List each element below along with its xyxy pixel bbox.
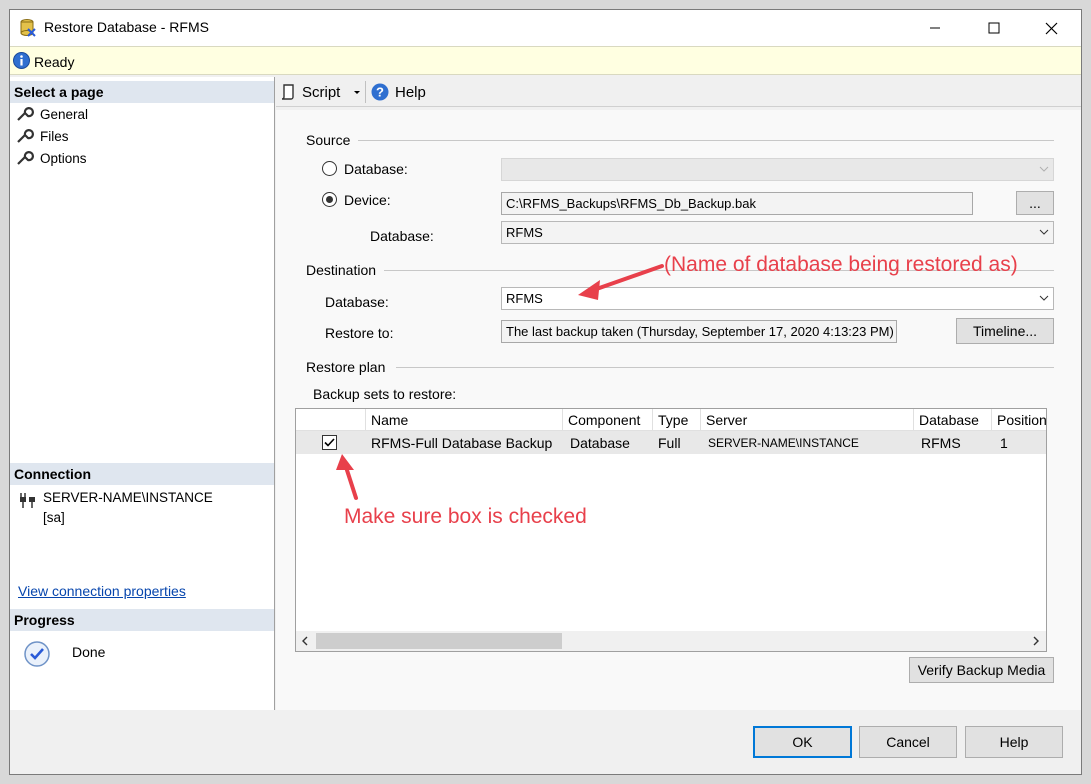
page-files[interactable]: Files: [16, 126, 69, 146]
restore-to-label: Restore to:: [325, 325, 394, 341]
restore-plan-divider: [396, 367, 1054, 368]
help-label: Help: [395, 83, 426, 101]
source-database-value: RFMS: [506, 225, 543, 240]
wrench-icon: [17, 151, 34, 165]
minimize-icon: [929, 27, 940, 29]
verify-backup-media-button[interactable]: Verify Backup Media: [909, 657, 1054, 683]
destination-database-value: RFMS: [506, 291, 543, 306]
database-restore-icon: [19, 18, 37, 41]
cancel-button[interactable]: Cancel: [859, 726, 957, 758]
checkmark-circle-icon: [24, 641, 50, 670]
scrollbar-thumb[interactable]: [316, 633, 562, 649]
browse-device-button[interactable]: ...: [1016, 191, 1054, 215]
source-device-radio-label: Device:: [344, 192, 391, 208]
restore-plan-group-label: Restore plan: [306, 359, 386, 375]
info-icon: [13, 52, 30, 72]
destination-group-label: Destination: [306, 262, 377, 278]
status-bar: Ready: [10, 46, 1081, 75]
column-header-type[interactable]: Type: [653, 409, 701, 431]
column-header-component[interactable]: Component: [563, 409, 653, 431]
source-device-radio[interactable]: [322, 192, 337, 207]
minimize-button[interactable]: [905, 10, 964, 46]
source-database-dropdown[interactable]: RFMS: [501, 221, 1054, 244]
scroll-left-icon[interactable]: [301, 636, 309, 646]
toolbar: Script ? Help: [276, 77, 1081, 107]
horizontal-scrollbar[interactable]: [296, 631, 1046, 651]
script-label: Script: [302, 83, 341, 101]
destination-arrow-icon: [578, 264, 664, 300]
chevron-down-icon: [1039, 229, 1049, 235]
timeline-button[interactable]: Timeline...: [956, 318, 1054, 344]
row-position: 1: [1000, 435, 1008, 451]
page-general-label: General: [40, 106, 89, 122]
connection-header: Connection: [10, 463, 274, 485]
source-group-label: Source: [306, 132, 351, 148]
window-title: Restore Database - RFMS: [44, 19, 209, 35]
backup-sets-grid: Name Component Type Server Database Posi…: [295, 408, 1047, 652]
connection-server: SERVER-NAME\INSTANCE: [43, 490, 213, 505]
page-options[interactable]: Options: [16, 148, 87, 168]
row-database: RFMS: [921, 435, 961, 451]
toolbar-separator: [365, 81, 366, 103]
destination-database-label: Database:: [325, 294, 389, 310]
row-server: SERVER-NAME\INSTANCE: [708, 436, 859, 450]
checkbox-annotation: Make sure box is checked: [344, 505, 587, 528]
source-divider: [358, 140, 1054, 141]
table-row[interactable]: RFMS-Full Database Backup Database Full …: [296, 431, 1046, 454]
checkbox-arrow-icon: [336, 454, 358, 500]
source-database-radio[interactable]: [322, 161, 337, 176]
device-path-field[interactable]: C:\RFMS_Backups\RFMS_Db_Backup.bak: [501, 192, 973, 215]
page-general[interactable]: General: [16, 104, 88, 124]
help-toolbar-button[interactable]: ? Help: [371, 80, 426, 104]
progress-header: Progress: [10, 609, 274, 631]
backup-sets-label: Backup sets to restore:: [313, 386, 457, 402]
grid-header: Name Component Type Server Database Posi…: [296, 409, 1046, 431]
column-header-restore[interactable]: [296, 409, 366, 431]
connection-icon: [18, 491, 38, 512]
maximize-button[interactable]: [964, 10, 1023, 46]
chevron-down-icon: [1039, 166, 1049, 172]
row-component: Database: [570, 435, 630, 451]
restore-checkbox[interactable]: [322, 435, 337, 450]
column-header-server[interactable]: Server: [701, 409, 914, 431]
source-database-radio-label: Database:: [344, 161, 408, 177]
close-button[interactable]: [1022, 10, 1081, 46]
dropdown-arrow-icon: [354, 91, 361, 94]
close-icon: [1045, 22, 1058, 34]
row-name: RFMS-Full Database Backup: [371, 435, 553, 451]
title-bar: Restore Database - RFMS: [10, 10, 1081, 46]
column-header-name[interactable]: Name: [366, 409, 563, 431]
ok-button[interactable]: OK: [753, 726, 852, 758]
checkmark-icon: [324, 438, 335, 447]
source-database-label: Database:: [370, 228, 434, 244]
script-icon: [281, 84, 294, 100]
scroll-right-icon[interactable]: [1032, 636, 1040, 646]
page-files-label: Files: [40, 128, 69, 144]
row-type: Full: [658, 435, 681, 451]
script-button[interactable]: Script: [280, 80, 362, 104]
wrench-icon: [17, 107, 34, 121]
maximize-icon: [988, 22, 999, 34]
help-icon: ?: [371, 83, 389, 101]
select-page-header: Select a page: [10, 81, 274, 103]
chevron-down-icon: [1039, 295, 1049, 301]
left-pane: Select a page General Files Options Conn…: [10, 77, 275, 710]
help-button[interactable]: Help: [965, 726, 1063, 758]
page-options-label: Options: [40, 150, 87, 166]
source-database-select[interactable]: [501, 158, 1054, 181]
svg-text:?: ?: [376, 85, 384, 100]
column-header-database[interactable]: Database: [914, 409, 992, 431]
connection-login: [sa]: [43, 510, 65, 525]
column-header-position[interactable]: Position: [992, 409, 1046, 431]
view-connection-properties-link[interactable]: View connection properties: [18, 583, 186, 599]
destination-annotation: (Name of database being restored as): [664, 253, 1018, 276]
progress-status: Done: [72, 644, 106, 660]
wrench-icon: [17, 129, 34, 143]
status-text: Ready: [34, 54, 75, 70]
restore-to-field[interactable]: The last backup taken (Thursday, Septemb…: [501, 320, 897, 343]
